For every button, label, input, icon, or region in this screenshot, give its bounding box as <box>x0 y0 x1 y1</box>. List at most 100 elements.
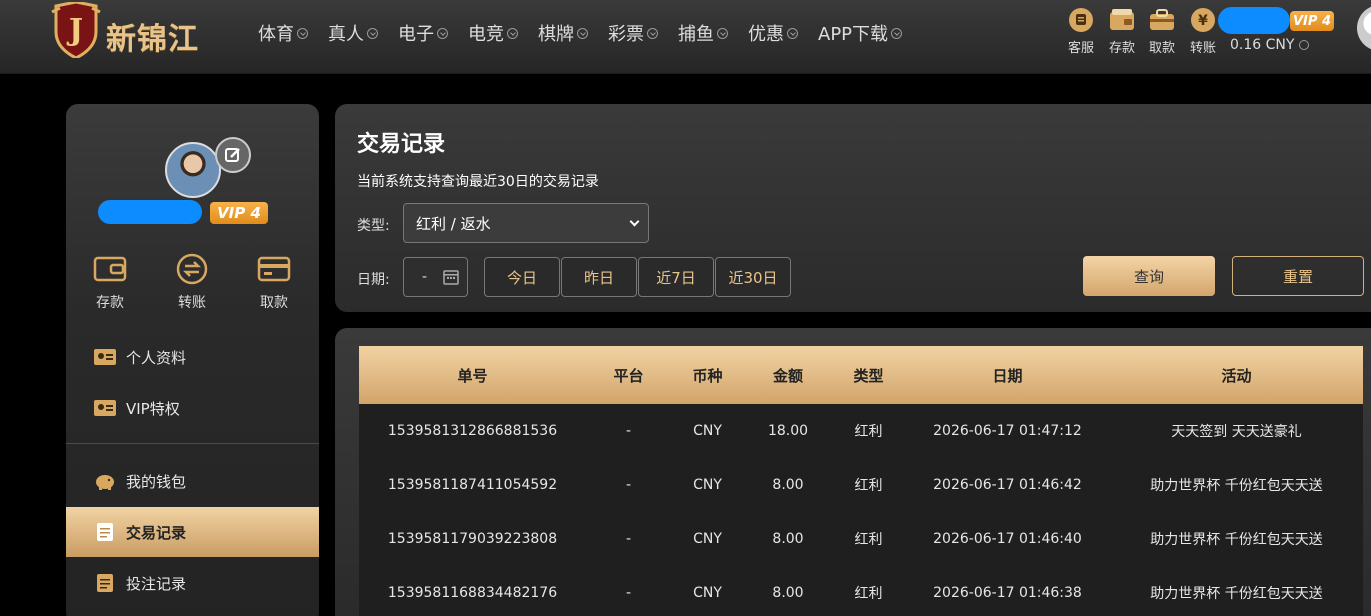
col-currency: 币种 <box>692 366 723 385</box>
col-type: 类型 <box>853 366 884 385</box>
withdraw-button[interactable]: 取款 <box>244 254 304 312</box>
table-row: 1539581312866881536 - CNY 18.00 红利 2026-… <box>359 404 1363 458</box>
coin-transfer-icon: ¥ <box>1191 8 1215 32</box>
date-input[interactable]: - <box>403 257 468 297</box>
user-avatar[interactable] <box>1357 5 1371 51</box>
cell-date: 2026-06-17 01:46:40 <box>933 531 1082 547</box>
date-input-value: - <box>422 269 428 285</box>
nav-live[interactable]: 真人 <box>328 20 378 46</box>
filter-panel: 交易记录 当前系统支持查询最近30日的交易记录 类型: 红利 / 返水 日期: … <box>335 104 1371 312</box>
quick-transfer[interactable]: ¥ 转账 <box>1189 8 1217 56</box>
sidebar-item-profile[interactable]: 个人资料 <box>66 332 319 382</box>
sidebar-item-transactions[interactable]: 交易记录 <box>66 507 319 557</box>
cell-order-no: 1539581187411054592 <box>387 477 558 493</box>
quick-withdraw[interactable]: 取款 <box>1148 8 1176 56</box>
cell-activity: 天天签到 天天送豪礼 <box>1171 424 1302 440</box>
vip-badge: VIP 4 <box>1290 11 1334 31</box>
cell-currency: CNY <box>693 531 722 547</box>
cell-platform: - <box>625 585 632 601</box>
balance-value: 0.16 CNY <box>1230 37 1295 53</box>
cell-platform: - <box>625 423 632 439</box>
cell-date: 2026-06-17 01:46:42 <box>933 477 1082 493</box>
type-label: 类型: <box>357 218 390 234</box>
cell-currency: CNY <box>693 585 722 601</box>
chevron-down-icon <box>891 27 903 39</box>
cell-amount: 18.00 <box>767 423 809 439</box>
sidebar: VIP 4 存款 转账 取款 个人资料 VIP特权 我的钱包 交易记录 投注记录 <box>66 104 319 616</box>
wallet-actions: 存款 转账 取款 <box>66 253 319 314</box>
sidebar-item-bets[interactable]: 投注记录 <box>66 558 319 608</box>
cell-currency: CNY <box>693 423 722 439</box>
chevron-down-icon <box>787 27 798 39</box>
chevron-down-icon <box>647 27 658 39</box>
cell-platform: - <box>625 477 632 493</box>
redacted-username <box>98 200 202 224</box>
nav-app-download[interactable]: APP下载 <box>818 20 903 46</box>
nav-esports[interactable]: 电竞 <box>468 20 518 46</box>
shield-logo-icon: J <box>51 2 101 58</box>
page-subtitle: 当前系统支持查询最近30日的交易记录 <box>357 174 599 190</box>
nav-lottery[interactable]: 彩票 <box>608 20 658 46</box>
document-icon <box>97 523 113 541</box>
svg-text:¥: ¥ <box>1198 13 1208 29</box>
chevron-down-icon <box>717 27 728 39</box>
cell-type: 红利 <box>854 478 883 494</box>
cell-platform: - <box>625 531 632 547</box>
cell-type: 红利 <box>854 532 883 548</box>
nav-slots[interactable]: 电子 <box>398 20 448 46</box>
table-body: 1539581312866881536 - CNY 18.00 红利 2026-… <box>359 404 1363 616</box>
quick-deposit[interactable]: 存款 <box>1108 8 1136 56</box>
wallet-icon <box>93 256 127 282</box>
sidebar-item-wallet[interactable]: 我的钱包 <box>66 456 319 506</box>
balance[interactable]: 0.16 CNY <box>1230 37 1310 53</box>
chevron-down-icon <box>577 27 588 39</box>
svg-text:J: J <box>66 13 83 48</box>
cell-activity: 助力世界杯 千份红包天天送 <box>1150 586 1323 602</box>
nav-fishing[interactable]: 捕鱼 <box>678 20 728 46</box>
quick-date-today[interactable]: 今日 <box>484 257 560 297</box>
id-card-icon <box>94 400 116 416</box>
reset-button[interactable]: 重置 <box>1232 256 1364 296</box>
quick-date-7days[interactable]: 近7日 <box>638 257 714 297</box>
chat-icon <box>1069 8 1093 32</box>
cell-date: 2026-06-17 01:47:12 <box>933 423 1082 439</box>
cell-order-no: 1539581179039223808 <box>387 531 558 547</box>
deposit-button[interactable]: 存款 <box>80 254 140 312</box>
nav-sports[interactable]: 体育 <box>258 20 308 46</box>
query-button[interactable]: 查询 <box>1083 256 1215 296</box>
cell-order-no: 1539581312866881536 <box>387 423 558 439</box>
chevron-down-icon <box>1299 40 1310 50</box>
chevron-down-icon <box>507 27 518 39</box>
col-platform: 平台 <box>613 366 644 385</box>
nav-cards[interactable]: 棋牌 <box>538 20 588 46</box>
col-activity: 活动 <box>1221 366 1252 385</box>
nav-promotions[interactable]: 优惠 <box>748 20 798 46</box>
cell-type: 红利 <box>854 424 883 440</box>
sidebar-item-vip[interactable]: VIP特权 <box>66 383 319 433</box>
cell-activity: 助力世界杯 千份红包天天送 <box>1150 478 1323 494</box>
col-order-no: 单号 <box>457 366 488 385</box>
quick-date-yesterday[interactable]: 昨日 <box>561 257 637 297</box>
transfer-button[interactable]: 转账 <box>162 253 222 312</box>
card-icon <box>257 256 291 282</box>
main-nav: 体育 真人 电子 电竞 棋牌 彩票 捕鱼 优惠 APP下载 <box>258 20 922 46</box>
cell-amount: 8.00 <box>772 531 804 547</box>
type-select-value: 红利 / 返水 <box>416 214 491 233</box>
chevron-down-icon <box>437 27 448 39</box>
edit-profile-button[interactable] <box>215 137 251 173</box>
bag-icon <box>1150 9 1174 30</box>
date-label: 日期: <box>357 272 390 288</box>
transfer-icon <box>176 253 208 285</box>
document-icon <box>97 574 113 592</box>
table-panel: 单号 平台 币种 金额 类型 日期 活动 1539581312866881536… <box>335 328 1371 616</box>
quick-customer-service[interactable]: 客服 <box>1067 8 1095 56</box>
logo[interactable]: J 新锦江 <box>50 2 230 64</box>
id-card-icon <box>94 349 116 365</box>
table-header: 单号 平台 币种 金额 类型 日期 活动 <box>359 346 1363 404</box>
transactions-table: 单号 平台 币种 金额 类型 日期 活动 1539581312866881536… <box>359 346 1363 616</box>
cell-amount: 8.00 <box>772 477 804 493</box>
type-select[interactable]: 红利 / 返水 <box>403 203 649 243</box>
top-bar: J 新锦江 体育 真人 电子 电竞 棋牌 彩票 捕鱼 优惠 APP下载 客服 存… <box>0 0 1371 74</box>
quick-date-30days[interactable]: 近30日 <box>715 257 791 297</box>
brand-name: 新锦江 <box>106 22 199 57</box>
